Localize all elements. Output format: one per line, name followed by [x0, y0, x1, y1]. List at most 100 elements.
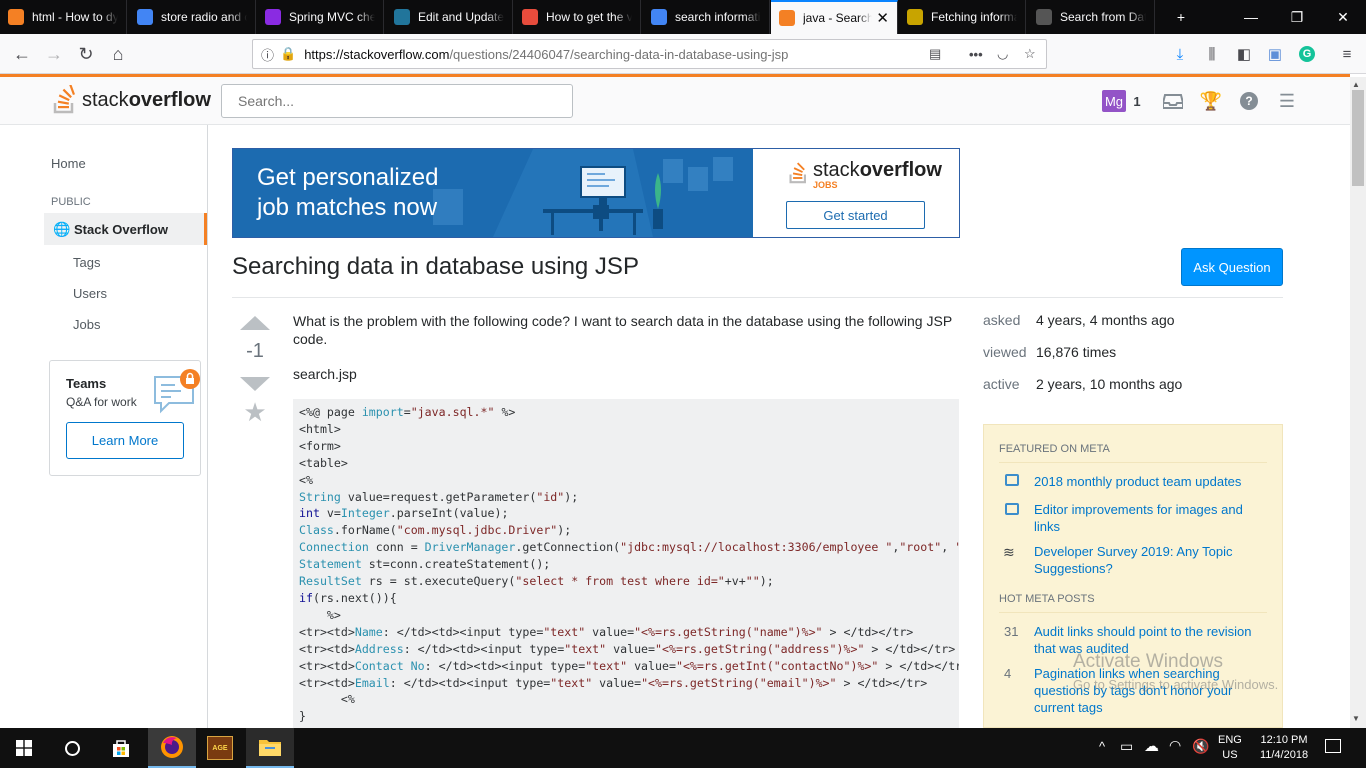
lang-line-2: US: [1222, 749, 1238, 761]
browser-tab[interactable]: java - Searching ✕: [771, 0, 898, 34]
home-icon[interactable]: ⌂: [104, 40, 132, 68]
clock-time: 12:10 PM: [1260, 734, 1308, 746]
browser-tab[interactable]: search information: [643, 0, 770, 34]
code-line: Connection conn = DriverManager.getConne…: [299, 540, 959, 555]
volume-muted-icon[interactable]: 🔇: [1192, 738, 1209, 755]
browser-tab[interactable]: How to get the va: [514, 0, 641, 34]
tab-title: Search from Datab: [1060, 10, 1146, 24]
activate-windows-sub: Go to Settings to activate Windows.: [1073, 677, 1279, 692]
close-tab-icon[interactable]: ✕: [876, 9, 889, 27]
inbox-icon[interactable]: [1162, 90, 1184, 112]
active-value[interactable]: 2 years, 10 months ago: [1036, 376, 1182, 392]
nav-users[interactable]: Users: [73, 286, 107, 301]
nav-stack-overflow-label: Stack Overflow: [74, 222, 168, 237]
game-taskbar-icon[interactable]: AGE: [196, 728, 244, 768]
lang-line-1: ENG: [1218, 734, 1242, 746]
question-text: What is the problem with the following c…: [293, 313, 952, 347]
chat-icon: [1005, 503, 1019, 515]
browser-tab[interactable]: Edit and Update R: [386, 0, 513, 34]
chat-icon: [1005, 474, 1019, 486]
so-logo[interactable]: stack overflow: [52, 84, 211, 116]
library-icon[interactable]: ⫼: [1202, 44, 1222, 64]
reader-view-icon[interactable]: ▤: [929, 46, 941, 62]
forward-icon[interactable]: →: [40, 40, 68, 68]
asked-value[interactable]: 4 years, 4 months ago: [1036, 312, 1175, 328]
globe-icon: 🌐: [53, 221, 71, 237]
extension-icon[interactable]: ▣: [1265, 44, 1285, 64]
tray-chevron-icon[interactable]: ^: [1099, 739, 1105, 754]
featured-link[interactable]: Editor improvements for images and links: [1034, 501, 1259, 535]
ad-logo-light: stack: [813, 159, 860, 181]
question-title[interactable]: Searching data in database using JSP: [232, 253, 639, 281]
wifi-icon[interactable]: ◠: [1169, 737, 1181, 754]
windows-start-icon[interactable]: [0, 728, 48, 768]
learn-more-button[interactable]: Learn More: [66, 422, 184, 459]
featured-link[interactable]: Developer Survey 2019: Any Topic Suggest…: [1034, 543, 1259, 577]
nav-home[interactable]: Home: [51, 156, 86, 171]
firefox-taskbar-icon[interactable]: [148, 728, 196, 768]
teams-illustration-icon: [153, 369, 200, 414]
url-path: /questions/24406047/searching-data-in-da…: [449, 46, 789, 62]
achievements-icon[interactable]: 🏆: [1200, 90, 1222, 112]
network-status-icon[interactable]: ▭: [1120, 738, 1133, 755]
search-circle-icon[interactable]: [48, 728, 96, 768]
url-bar[interactable]: ⓘ 🔒 https://stackoverflow.com/questions/…: [252, 39, 1047, 69]
nav-jobs[interactable]: Jobs: [73, 317, 100, 332]
ad-headline: Get personalized job matches now: [257, 163, 438, 223]
get-started-button[interactable]: Get started: [786, 201, 925, 229]
clock[interactable]: 12:10 PM 11/4/2018: [1255, 733, 1313, 763]
browser-tab[interactable]: store radio and ch: [129, 0, 256, 34]
pocket-icon[interactable]: ◡: [997, 46, 1008, 62]
restore-button[interactable]: ❐: [1274, 0, 1320, 34]
ad-line-1: Get personalized: [257, 164, 439, 191]
hot-post-count: 31: [1004, 624, 1019, 639]
scrollbar-thumb[interactable]: [1352, 90, 1364, 186]
wordpress-icon: [394, 9, 410, 25]
question-body: What is the problem with the following c…: [293, 312, 959, 383]
notifications-icon[interactable]: [1325, 739, 1341, 753]
browser-tab[interactable]: html - How to dyn: [0, 0, 127, 34]
windows-taskbar: AGE ^ ▭ ☁ ◠ 🔇 ENG US 12:10 PM 11/4/2018: [0, 728, 1366, 768]
browser-nav-bar: ← → ↻ ⌂ ⓘ 🔒 https://stackoverflow.com/qu…: [0, 34, 1366, 74]
downvote-icon[interactable]: [240, 377, 270, 391]
scroll-down-icon[interactable]: ▼: [1352, 714, 1360, 723]
grammarly-icon[interactable]: G: [1297, 44, 1317, 64]
ask-question-button[interactable]: Ask Question: [1181, 248, 1283, 286]
browser-tab[interactable]: Search from Datab: [1028, 0, 1155, 34]
store-icon[interactable]: [97, 728, 145, 768]
menu-icon[interactable]: ≡: [1337, 44, 1357, 64]
browser-tab[interactable]: Fetching informat: [899, 0, 1026, 34]
google-icon: [651, 9, 667, 25]
code-line: <form>: [299, 438, 341, 453]
onedrive-cloud-icon[interactable]: ☁: [1144, 737, 1159, 755]
tab-title: Edit and Update R: [418, 10, 504, 24]
language-indicator[interactable]: ENG US: [1218, 733, 1242, 763]
ad-so-logo-icon: [789, 162, 806, 184]
new-tab-button[interactable]: +: [1158, 0, 1204, 34]
bookmark-icon: [1036, 9, 1052, 25]
close-window-button[interactable]: ✕: [1320, 0, 1366, 34]
code-line: <%@ page import="java.sql.*" %>: [299, 405, 516, 419]
browser-tab[interactable]: Spring MVC check: [257, 0, 384, 34]
upvote-icon[interactable]: [240, 316, 270, 330]
info-icon[interactable]: ⓘ: [261, 45, 274, 64]
minimize-button[interactable]: —: [1228, 0, 1274, 34]
back-icon[interactable]: ←: [8, 40, 36, 68]
avatar[interactable]: Mg: [1102, 90, 1126, 112]
scroll-up-icon[interactable]: ▲: [1352, 80, 1360, 89]
page-actions-icon[interactable]: •••: [969, 47, 983, 62]
download-icon[interactable]: ⤓: [1170, 44, 1190, 64]
tab-title: search information: [675, 10, 761, 24]
nav-tags[interactable]: Tags: [73, 255, 100, 270]
file-explorer-icon[interactable]: [246, 728, 294, 768]
jobs-ad-banner[interactable]: Get personalized job matches now stackov…: [232, 148, 960, 238]
featured-link[interactable]: 2018 monthly product team updates: [1034, 473, 1259, 490]
so-search-input[interactable]: [221, 84, 573, 118]
favorite-star-icon[interactable]: ★: [232, 397, 278, 427]
reload-icon[interactable]: ↻: [72, 40, 100, 68]
sidebar-icon[interactable]: ◧: [1234, 44, 1254, 64]
help-icon[interactable]: ?: [1238, 90, 1260, 112]
site-switcher-icon[interactable]: ☰: [1276, 90, 1298, 112]
bookmark-star-icon[interactable]: ☆: [1024, 46, 1036, 62]
teams-promo: Teams Q&A for work Learn More: [49, 360, 201, 476]
